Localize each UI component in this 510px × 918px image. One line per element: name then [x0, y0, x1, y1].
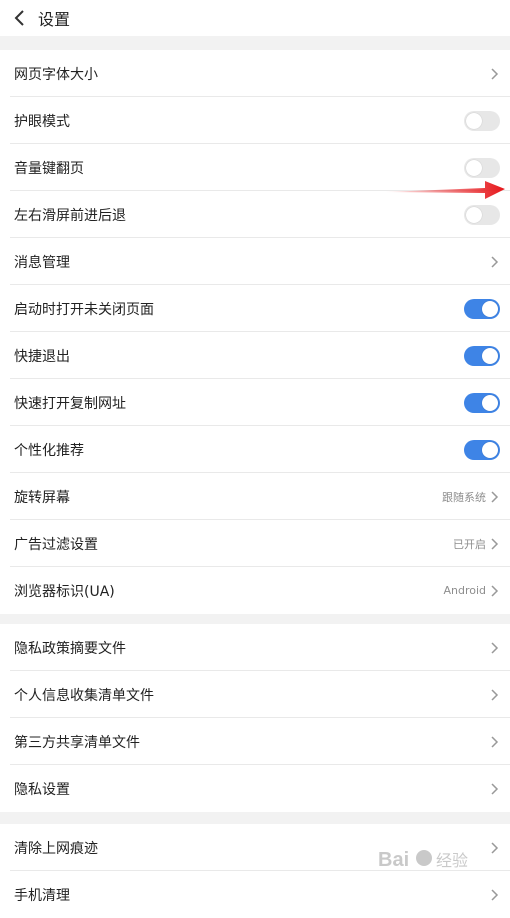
row-control — [490, 688, 500, 702]
settings-row[interactable]: 个性化推荐 — [0, 426, 510, 473]
chevron-right-icon — [490, 255, 500, 269]
row-control — [464, 439, 500, 460]
setting-label: 广告过滤设置 — [14, 536, 98, 553]
row-control — [464, 392, 500, 413]
row-control — [490, 67, 500, 81]
settings-row[interactable]: 隐私设置 — [0, 765, 510, 812]
chevron-right-icon — [490, 688, 500, 702]
settings-row[interactable]: 旋转屏幕 跟随系统 — [0, 473, 510, 520]
setting-label: 旋转屏幕 — [14, 489, 70, 506]
top-bar: 设置 — [0, 0, 510, 36]
setting-label: 个性化推荐 — [14, 442, 84, 459]
row-control — [464, 345, 500, 366]
row-control — [490, 782, 500, 796]
settings-row[interactable]: 护眼模式 — [0, 97, 510, 144]
back-button[interactable] — [10, 8, 30, 28]
row-control: Android — [443, 584, 500, 598]
settings-row[interactable]: 启动时打开未关闭页面 — [0, 285, 510, 332]
setting-label: 第三方共享清单文件 — [14, 734, 140, 751]
toggle-switch[interactable] — [464, 157, 500, 178]
toggle-knob — [482, 347, 498, 364]
row-control: 已开启 — [453, 536, 500, 552]
settings-row[interactable]: 浏览器标识(UA) Android — [0, 567, 510, 614]
settings-row[interactable]: 隐私政策摘要文件 — [0, 624, 510, 671]
chevron-right-icon — [490, 67, 500, 81]
page-title: 设置 — [38, 10, 71, 29]
row-control — [464, 110, 500, 131]
settings-row[interactable]: 手机清理 — [0, 871, 510, 918]
row-control — [490, 735, 500, 749]
row-control: 跟随系统 — [442, 489, 500, 505]
settings-row[interactable]: 广告过滤设置 已开启 — [0, 520, 510, 567]
toggle-switch[interactable] — [464, 298, 500, 319]
chevron-right-icon — [490, 641, 500, 655]
setting-label: 个人信息收集清单文件 — [14, 687, 154, 704]
toggle-knob — [482, 394, 498, 411]
setting-label: 浏览器标识(UA) — [14, 583, 115, 600]
setting-label: 启动时打开未关闭页面 — [14, 301, 154, 318]
settings-section-general: 网页字体大小 护眼模式音量键翻页左右滑屏前进后退 消息管理启动时打开未关闭页面 快捷退… — [0, 50, 510, 614]
setting-label: 快捷退出 — [14, 348, 70, 365]
chevron-left-icon — [14, 10, 24, 26]
toggle-switch[interactable] — [464, 439, 500, 460]
toggle-knob — [482, 300, 498, 317]
settings-row[interactable]: 快速打开复制网址 — [0, 379, 510, 426]
svg-text:经验: 经验 — [436, 851, 468, 870]
chevron-right-icon — [490, 584, 500, 598]
toggle-knob — [482, 441, 498, 458]
baidu-watermark: Bai 经验 — [378, 849, 468, 871]
red-annotation-arrow — [385, 181, 505, 199]
settings-section-privacy: 隐私政策摘要文件个人信息收集清单文件 第三方共享清单文件 隐私设置 — [0, 624, 510, 812]
setting-value: Android — [443, 584, 486, 597]
toggle-switch[interactable] — [464, 204, 500, 225]
toggle-knob — [466, 206, 482, 223]
row-control — [490, 641, 500, 655]
svg-text:Bai: Bai — [378, 849, 409, 871]
row-control — [490, 255, 500, 269]
setting-label: 手机清理 — [14, 887, 70, 904]
setting-label: 隐私政策摘要文件 — [14, 640, 126, 657]
setting-label: 护眼模式 — [14, 113, 70, 130]
setting-label: 快速打开复制网址 — [14, 395, 126, 412]
row-control — [464, 157, 500, 178]
setting-label: 音量键翻页 — [14, 160, 84, 177]
toggle-switch[interactable] — [464, 392, 500, 413]
setting-label: 网页字体大小 — [14, 66, 98, 83]
setting-value: 跟随系统 — [442, 490, 486, 504]
chevron-right-icon — [490, 735, 500, 749]
chevron-right-icon — [490, 490, 500, 504]
setting-label: 隐私设置 — [14, 781, 70, 798]
settings-row[interactable]: 第三方共享清单文件 — [0, 718, 510, 765]
chevron-right-icon — [490, 537, 500, 551]
chevron-right-icon — [490, 782, 500, 796]
toggle-switch[interactable] — [464, 345, 500, 366]
setting-label: 消息管理 — [14, 254, 70, 271]
setting-value: 已开启 — [453, 537, 486, 551]
settings-row[interactable]: 网页字体大小 — [0, 50, 510, 97]
toggle-knob — [466, 159, 482, 176]
toggle-switch[interactable] — [464, 110, 500, 131]
settings-row[interactable]: 消息管理 — [0, 238, 510, 285]
row-control — [464, 298, 500, 319]
toggle-knob — [466, 112, 482, 129]
row-control — [464, 204, 500, 225]
settings-row[interactable]: 个人信息收集清单文件 — [0, 671, 510, 718]
settings-row[interactable]: 快捷退出 — [0, 332, 510, 379]
setting-label: 左右滑屏前进后退 — [14, 207, 126, 224]
